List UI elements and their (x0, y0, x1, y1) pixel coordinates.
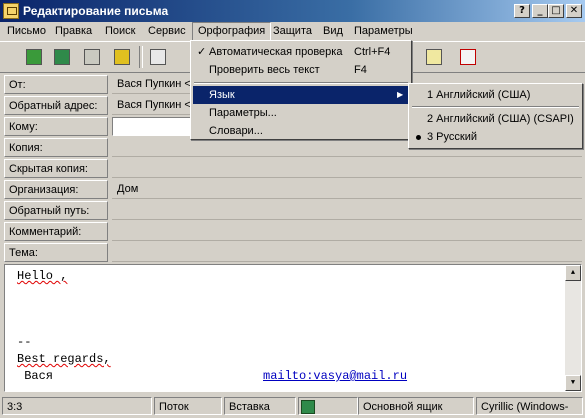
menu-spelling[interactable]: Орфография (192, 22, 272, 41)
window-title: Редактирование письма (23, 4, 169, 18)
mailto-link[interactable]: mailto:vasya@mail.ru (263, 369, 407, 383)
delete-button[interactable] (456, 46, 480, 68)
scroll-down-icon[interactable]: ▼ (565, 375, 581, 391)
status-icon-cell (298, 397, 358, 415)
menu-item-auto-check[interactable]: ✓ Автоматическая проверка Ctrl+F4 (193, 43, 409, 61)
menu-view[interactable]: Вид (318, 22, 348, 41)
copy-icon (150, 49, 166, 65)
subject-field[interactable] (112, 243, 582, 262)
cc-label: Копия: (4, 138, 108, 157)
send-icon (26, 49, 42, 65)
auto-check-shortcut: Ctrl+F4 (354, 46, 391, 58)
subject-label: Тема: (4, 243, 108, 262)
closing-text: Best regards, (17, 352, 111, 366)
body-line: Hello , (17, 269, 67, 283)
status-mailbox: Основной ящик (358, 397, 474, 415)
spellcheck-button[interactable] (422, 46, 446, 68)
save-button[interactable] (110, 46, 134, 68)
language-english-us[interactable]: 1 Английский (США) (411, 86, 580, 104)
status-cursor-position: 3:3 (2, 397, 152, 415)
send-button[interactable] (22, 46, 46, 68)
return-path-label: Обратный путь: (4, 201, 108, 220)
auto-check-label: Автоматическая проверка (209, 46, 343, 58)
spelling-menu: ✓ Автоматическая проверка Ctrl+F4 Провер… (190, 40, 412, 140)
organization-label: Организация: (4, 180, 108, 199)
menu-item-params[interactable]: Параметры... (193, 104, 409, 122)
status-mode-stream: Поток (154, 397, 222, 415)
status-mode-insert: Вставка (224, 397, 296, 415)
copy-button[interactable] (146, 46, 170, 68)
language-english-csapi[interactable]: 2 Английский (США) (CSAPI) (411, 110, 580, 128)
minimize-button[interactable]: _ (532, 4, 548, 18)
close-button[interactable]: ✕ (566, 4, 582, 18)
mailbox-icon (301, 400, 315, 414)
body-line: Best regards, (17, 352, 111, 366)
language-label: Язык (209, 89, 235, 101)
check-all-label: Проверить весь текст (209, 64, 320, 76)
radio-selected-icon (416, 135, 421, 140)
vertical-scrollbar[interactable]: ▲ ▼ (565, 265, 581, 391)
return-path-field[interactable] (112, 201, 582, 220)
from-label: От: (4, 75, 108, 94)
title-bar: Редактирование письма ? _ □ ✕ (0, 0, 585, 22)
mail-edit-icon (3, 3, 19, 19)
menu-item-language[interactable]: Язык ▶ (193, 86, 409, 104)
language-russian-label: 3 Русский (427, 131, 477, 143)
menu-edit[interactable]: Правка (50, 22, 97, 41)
toolbar-separator (139, 46, 143, 68)
organization-field[interactable]: Дом (112, 180, 582, 199)
help-button[interactable]: ? (514, 4, 530, 18)
send-later-icon (54, 49, 70, 65)
bcc-field[interactable] (112, 159, 582, 178)
reply-to-label: Обратный адрес: (4, 96, 108, 115)
bcc-label: Скрытая копия: (4, 159, 108, 178)
maximize-button[interactable]: □ (548, 4, 564, 18)
menu-search[interactable]: Поиск (100, 22, 140, 41)
menu-separator (194, 82, 408, 84)
menu-letter[interactable]: Письмо (2, 22, 51, 41)
scroll-up-icon[interactable]: ▲ (565, 265, 581, 281)
to-label: Кому: (4, 117, 108, 136)
signature-name: Вася (17, 369, 54, 383)
check-all-shortcut: F4 (354, 64, 367, 76)
spellcheck-icon (426, 49, 442, 65)
language-submenu: 1 Английский (США) 2 Английский (США) (C… (408, 83, 583, 149)
comment-label: Комментарий: (4, 222, 108, 241)
menu-bar: Письмо Правка Поиск Сервис Орфография За… (0, 22, 585, 41)
save-icon (114, 49, 130, 65)
signature-separator: -- (17, 335, 32, 349)
menu-protection[interactable]: Защита (268, 22, 317, 41)
hourglass-icon (84, 49, 100, 65)
menu-item-check-all[interactable]: Проверить весь текст F4 (193, 61, 409, 79)
menu-separator (412, 106, 579, 108)
menu-item-dicts[interactable]: Словари... (193, 122, 409, 140)
comment-field[interactable] (112, 222, 582, 241)
submenu-arrow-icon: ▶ (397, 90, 404, 99)
menu-service[interactable]: Сервис (143, 22, 191, 41)
message-body[interactable]: Hello , -- Best regards, Вася mailto:vas… (4, 264, 582, 392)
greeting-text: Hello , (17, 269, 68, 283)
status-charset: Cyrillic (Windows- (476, 397, 583, 415)
checkmark-icon: ✓ (197, 45, 207, 58)
queue-button[interactable] (80, 46, 104, 68)
send-later-button[interactable] (50, 46, 74, 68)
menu-params[interactable]: Параметры (349, 22, 418, 41)
language-russian[interactable]: 3 Русский (411, 128, 580, 146)
delete-icon (460, 49, 476, 65)
